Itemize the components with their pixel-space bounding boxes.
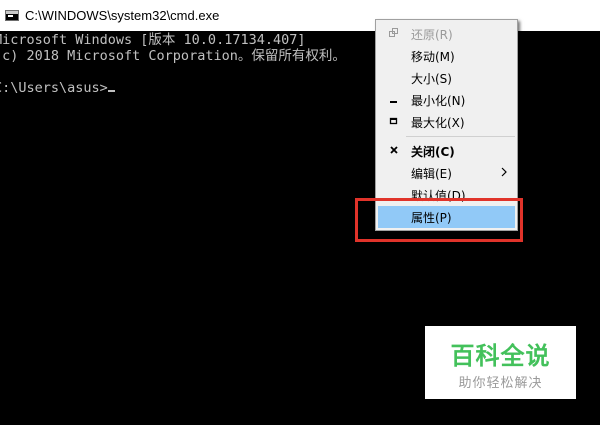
menu-item-minimize[interactable]: 最小化(N) <box>378 89 515 111</box>
menu-item-edit[interactable]: 编辑(E) <box>378 162 515 184</box>
menu-item-label: 大小(S) <box>411 72 452 86</box>
menu-item-label: 移动(M) <box>411 50 455 64</box>
menu-item-label: 最小化(N) <box>411 94 466 108</box>
watermark-subtitle: 助你轻松解决 <box>458 376 543 391</box>
menu-item-size[interactable]: 大小(S) <box>378 67 515 89</box>
console-line: Microsoft Windows [版本 10.0.17134.407] <box>0 32 306 48</box>
restore-icon <box>389 28 398 37</box>
annotation-highlight-frame <box>355 198 523 242</box>
menu-item-move[interactable]: 移动(M) <box>378 45 515 67</box>
menu-item-label: 关闭(C) <box>411 145 455 159</box>
minimize-icon <box>390 101 397 103</box>
console-prompt: C:\Users\asus> <box>0 80 108 96</box>
console-line: (c) 2018 Microsoft Corporation。保留所有权利。 <box>0 48 346 64</box>
window-title: C:\WINDOWS\system32\cmd.exe <box>25 8 220 23</box>
menu-item-label: 还原(R) <box>411 28 453 42</box>
menu-separator <box>406 136 515 137</box>
console-prompt-line: C:\Users\asus> <box>0 80 115 96</box>
menu-item-maximize[interactable]: 最大化(X) <box>378 111 515 133</box>
chevron-right-icon <box>501 167 507 177</box>
menu-item-label: 编辑(E) <box>411 167 452 181</box>
cmd-icon[interactable] <box>5 10 19 21</box>
close-icon <box>390 146 398 154</box>
watermark-logo: 百科全说 助你轻松解决 <box>425 326 576 399</box>
menu-item-restore[interactable]: 还原(R) <box>378 23 515 45</box>
maximize-icon <box>389 117 398 125</box>
menu-item-label: 最大化(X) <box>411 116 465 130</box>
menu-item-close[interactable]: 关闭(C) <box>378 140 515 162</box>
text-cursor <box>107 90 115 92</box>
watermark-title: 百科全说 <box>450 342 551 370</box>
